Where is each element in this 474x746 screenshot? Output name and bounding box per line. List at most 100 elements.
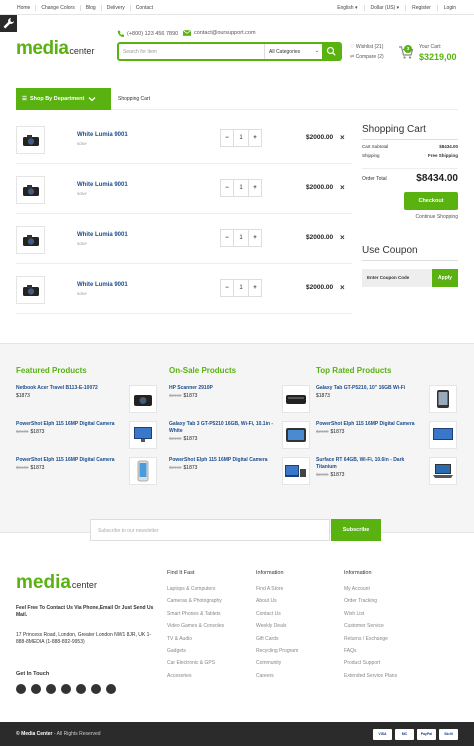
footer-link[interactable]: Community [256, 660, 298, 672]
footer-link[interactable]: About Us [256, 598, 298, 610]
widget-product-name[interactable]: PowerShot Elph 115 16MP Digital Camera [16, 421, 126, 428]
continue-shopping-link[interactable]: Continue Shopping [362, 214, 458, 220]
widget-product-thumbnail[interactable] [129, 457, 157, 485]
widget-product-thumbnail[interactable] [282, 385, 310, 413]
email-address[interactable]: contact@oursupport.com [194, 30, 256, 36]
wishlist-label: Wishlist (21) [355, 44, 384, 50]
footer-link[interactable]: Gadgets [167, 648, 224, 660]
footer-link[interactable]: Smart Phones & Tablets [167, 611, 224, 623]
dribbble-icon[interactable] [91, 684, 101, 694]
footer-link[interactable]: My Account [344, 586, 397, 598]
footer-link[interactable]: FAQs [344, 648, 397, 660]
remove-item-icon[interactable]: × [340, 183, 345, 192]
widget-product-thumbnail[interactable] [429, 457, 457, 485]
increase-qty-button[interactable]: + [249, 285, 261, 291]
footer-link[interactable]: Cameras & Photography [167, 598, 224, 610]
remove-item-icon[interactable]: × [340, 233, 345, 242]
widget-product-name[interactable]: Netbook Acer Travel B113-E-10072 [16, 385, 126, 392]
top-nav-home[interactable]: Home [12, 4, 37, 11]
checkout-button[interactable]: Checkout [404, 192, 458, 210]
footer-link[interactable]: TV & Audio [167, 636, 224, 648]
footer-link[interactable]: Contact Us [256, 611, 298, 623]
facebook-icon[interactable] [16, 684, 26, 694]
product-thumbnail[interactable] [16, 126, 45, 154]
newsletter-input[interactable]: Subscribe to our newsletter [90, 519, 330, 541]
remove-item-icon[interactable]: × [340, 283, 345, 292]
search-button[interactable] [322, 44, 340, 59]
footer-link[interactable]: Car Electronic & GPS [167, 660, 224, 672]
footer-link[interactable]: Order Tracking [344, 598, 397, 610]
decrease-qty-button[interactable]: − [221, 285, 233, 291]
top-nav-contact[interactable]: Contact [131, 5, 158, 11]
product-name[interactable]: White Lumia 9001 [77, 182, 128, 188]
top-nav-change-colors[interactable]: Change Colors [36, 4, 81, 11]
linkedin-icon[interactable] [61, 684, 71, 694]
top-nav-blog[interactable]: Blog [81, 4, 102, 11]
top-nav-delivery[interactable]: Delivery [102, 4, 131, 11]
increase-qty-button[interactable]: + [249, 185, 261, 191]
footer-link[interactable]: Accesories [167, 673, 224, 685]
footer-link[interactable]: Returns / Exchange [344, 636, 397, 648]
footer-link[interactable]: Video Games & Consoles [167, 623, 224, 635]
quantity-input[interactable]: 1 [233, 230, 249, 246]
category-select[interactable]: All Categories ⌄ [264, 44, 324, 59]
product-thumbnail[interactable] [16, 176, 45, 204]
googleplus-icon[interactable] [76, 684, 86, 694]
widget-product-name[interactable]: PowerShot Elph 115 16MP Digital Camera [16, 457, 126, 464]
login-link[interactable]: Login [438, 5, 462, 11]
widget-product-thumbnail[interactable] [429, 385, 457, 413]
footer-link[interactable]: Careers [256, 673, 298, 685]
quantity-input[interactable]: 1 [233, 180, 249, 196]
quantity-input[interactable]: 1 [233, 130, 249, 146]
widget-product-thumbnail[interactable] [282, 457, 310, 485]
footer-link[interactable]: Weekly Deals [256, 623, 298, 635]
register-link[interactable]: Register [406, 4, 438, 11]
product-name[interactable]: White Lumia 9001 [77, 132, 128, 138]
widget-product-name[interactable]: PowerShot Elph 115 16MP Digital Camera [316, 421, 426, 428]
wishlist-link[interactable]: ♡ Wishlist (21) [350, 44, 383, 50]
shop-by-department-button[interactable]: ☰ Shop By Department [16, 88, 111, 110]
increase-qty-button[interactable]: + [249, 135, 261, 141]
currency-select[interactable]: Dollar (US) ▾ [365, 4, 407, 11]
widget-product-thumbnail[interactable] [129, 421, 157, 449]
language-select[interactable]: English ▾ [331, 4, 365, 11]
widget-product-name[interactable]: PowerShot Elph 115 16MP Digital Camera [169, 457, 279, 464]
search-input[interactable]: Search for item [123, 49, 157, 55]
site-logo[interactable]: media center [16, 38, 94, 60]
product-name[interactable]: White Lumia 9001 [77, 232, 128, 238]
twitter-icon[interactable] [31, 684, 41, 694]
footer-link[interactable]: Recycling Program [256, 648, 298, 660]
widget-product-thumbnail[interactable] [282, 421, 310, 449]
widget-product-name[interactable]: HP Scanner 2910P [169, 385, 279, 392]
pinterest-icon[interactable] [46, 684, 56, 694]
footer-link[interactable]: Extended Service Plans [344, 673, 397, 685]
subscribe-button[interactable]: Subscribe [331, 519, 381, 541]
quantity-input[interactable]: 1 [233, 280, 249, 296]
decrease-qty-button[interactable]: − [221, 235, 233, 241]
widget-product-thumbnail[interactable] [429, 421, 457, 449]
footer-link[interactable]: Wish List [344, 611, 397, 623]
product-name[interactable]: White Lumia 9001 [77, 282, 128, 288]
footer-logo[interactable]: media center [16, 572, 97, 594]
apply-coupon-button[interactable]: Apply [432, 269, 458, 287]
vk-icon[interactable] [106, 684, 116, 694]
decrease-qty-button[interactable]: − [221, 185, 233, 191]
coupon-input[interactable]: Enter Coupon Code [362, 269, 432, 287]
footer-find-column: Find It Fast Laptops & Computers Cameras … [167, 570, 224, 685]
footer-link[interactable]: Product Support [344, 660, 397, 672]
widget-product-name[interactable]: Surface RT 64GB, Wi-Fi, 10.6in - Dark Ti… [316, 457, 426, 471]
widget-product-thumbnail[interactable] [129, 385, 157, 413]
product-thumbnail[interactable] [16, 226, 45, 254]
product-thumbnail[interactable] [16, 276, 45, 304]
widget-product-name[interactable]: Galaxy Tab GT-P5210, 10" 16GB Wi-Fi [316, 385, 426, 392]
decrease-qty-button[interactable]: − [221, 135, 233, 141]
increase-qty-button[interactable]: + [249, 235, 261, 241]
footer-link[interactable]: Find A Store [256, 586, 298, 598]
settings-wrench-icon[interactable] [0, 15, 17, 32]
remove-item-icon[interactable]: × [340, 133, 345, 142]
footer-link[interactable]: Customer Service [344, 623, 397, 635]
widget-product-name[interactable]: Galaxy Tab 3 GT-P5210 16GB, Wi-Fi, 10.1i… [169, 421, 279, 435]
compare-link[interactable]: ⇄ Compare (2) [350, 54, 384, 60]
footer-link[interactable]: Laptops & Computers [167, 586, 224, 598]
footer-link[interactable]: Gift Cards [256, 636, 298, 648]
